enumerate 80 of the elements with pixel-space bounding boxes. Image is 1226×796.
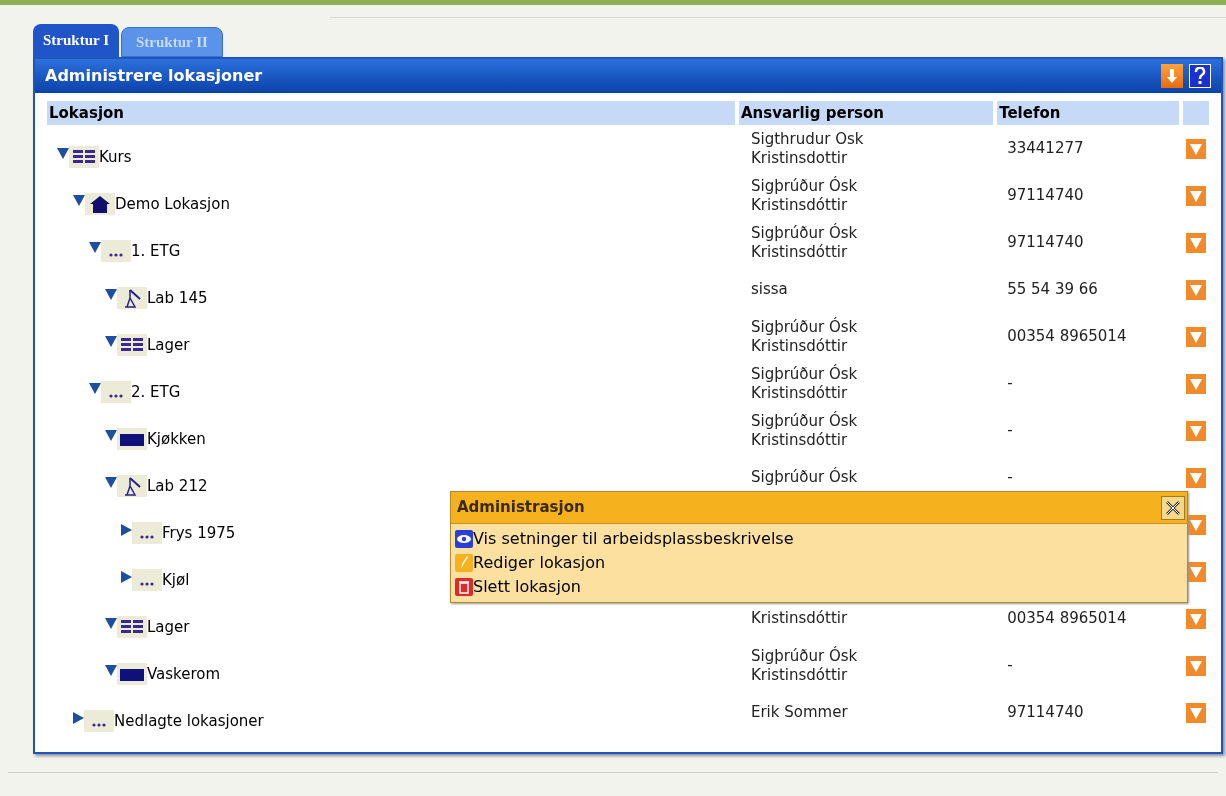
- person-name: Sigthrudur Osk Kristinsdottir: [750, 129, 865, 168]
- ellipsis-icon: [84, 710, 114, 732]
- phone-number: -: [1007, 374, 1013, 393]
- person-name: Sigþrúður Ósk Kristinsdóttir: [750, 364, 859, 403]
- ellipsis-icon: [132, 522, 162, 544]
- location-name[interactable]: Demo Lokasjon: [115, 192, 230, 215]
- column-header: Telefon: [997, 101, 1179, 125]
- pencil-icon: [455, 554, 473, 572]
- phone-number: 55 54 39 66: [1007, 280, 1098, 299]
- collapsed-triangle-icon[interactable]: [121, 523, 132, 536]
- phone-number: -: [1007, 468, 1013, 487]
- expanded-triangle-icon[interactable]: [105, 617, 117, 629]
- rectangle-icon: [117, 663, 147, 685]
- lamp-icon: [117, 475, 147, 497]
- phone-number: 33441277: [1007, 139, 1084, 158]
- expanded-triangle-icon[interactable]: [89, 241, 101, 253]
- list-icon: [69, 146, 99, 168]
- list-icon: [117, 334, 147, 356]
- arrow-down-icon: [1166, 68, 1178, 84]
- location-name[interactable]: Frys 1975: [162, 521, 236, 544]
- collapsed-triangle-icon[interactable]: [73, 711, 84, 724]
- lamp-icon: [117, 287, 147, 309]
- person-name: Sigþrúður Ósk: [750, 468, 859, 487]
- close-button[interactable]: [1161, 495, 1185, 520]
- location-name[interactable]: Lab 145: [147, 286, 208, 309]
- question-mark-icon: [1194, 67, 1206, 85]
- ellipsis-icon: [101, 381, 131, 403]
- menu-item[interactable]: Rediger lokasjon: [451, 551, 606, 575]
- collapsed-triangle-icon[interactable]: [121, 570, 132, 583]
- expanded-triangle-icon[interactable]: [89, 382, 101, 394]
- expanded-triangle-icon[interactable]: [105, 476, 117, 488]
- menu-item[interactable]: Slett lokasjon: [451, 575, 581, 599]
- expanded-triangle-icon[interactable]: [105, 288, 117, 300]
- person-name: Sigþrúður Ósk Kristinsdóttir: [750, 317, 859, 356]
- person-name: Erik Sommer: [750, 703, 849, 722]
- eye-icon: [455, 530, 473, 548]
- expanded-triangle-icon[interactable]: [73, 194, 85, 206]
- location-name[interactable]: Lager: [147, 333, 190, 356]
- phone-number: 00354 8965014: [1007, 609, 1127, 628]
- phone-number: 97114740: [1007, 703, 1084, 722]
- location-name[interactable]: 2. ETG: [131, 380, 181, 403]
- phone-number: -: [1007, 656, 1013, 675]
- expanded-triangle-icon[interactable]: [105, 429, 117, 441]
- location-name[interactable]: Kjøl: [162, 568, 190, 591]
- location-name[interactable]: Lager: [147, 615, 190, 638]
- column-header: Lokasjon: [47, 101, 735, 125]
- person-name: Sigþrúður Ósk Kristinsdóttir: [750, 176, 859, 215]
- help-button[interactable]: [1189, 64, 1211, 88]
- phone-number: -: [1007, 421, 1013, 440]
- popup-title: Administrasjon: [457, 497, 585, 519]
- expanded-triangle-icon[interactable]: [105, 335, 117, 347]
- person-name: Kristinsdóttir: [750, 609, 849, 628]
- column-header: Ansvarlig person: [738, 101, 994, 125]
- column-header: [1182, 101, 1209, 125]
- menu-item[interactable]: Vis setninger til arbeidsplassbeskrivelse: [451, 527, 794, 551]
- tab[interactable]: Struktur I: [33, 24, 119, 57]
- list-icon: [117, 616, 147, 638]
- expanded-triangle-icon[interactable]: [57, 147, 69, 159]
- expanded-triangle-icon[interactable]: [105, 664, 117, 676]
- download-button[interactable]: [1161, 64, 1183, 88]
- person-name: sissa: [750, 280, 789, 299]
- location-name[interactable]: Vaskerom: [147, 662, 221, 685]
- ellipsis-icon: [132, 569, 162, 591]
- person-name: Sigþrúður Ósk Kristinsdóttir: [750, 411, 859, 450]
- person-name: Sigþrúður Ósk Kristinsdóttir: [750, 646, 859, 685]
- panel-title: Administrere lokasjoner: [45, 65, 263, 87]
- rectangle-icon: [117, 428, 147, 450]
- phone-number: 00354 8965014: [1007, 327, 1127, 346]
- phone-number: 97114740: [1007, 186, 1084, 205]
- trash-icon: [455, 578, 473, 596]
- location-name[interactable]: Nedlagte lokasjoner: [114, 709, 264, 732]
- house-icon: [85, 193, 115, 215]
- close-icon: [1165, 499, 1181, 516]
- location-name[interactable]: Lab 212: [147, 474, 208, 497]
- location-name[interactable]: Kjøkken: [147, 427, 206, 450]
- person-name: Sigþrúður Ósk Kristinsdóttir: [750, 223, 859, 262]
- location-name[interactable]: Kurs: [99, 145, 132, 168]
- ellipsis-icon: [101, 240, 131, 262]
- location-name[interactable]: 1. ETG: [131, 239, 181, 262]
- phone-number: 97114740: [1007, 233, 1084, 252]
